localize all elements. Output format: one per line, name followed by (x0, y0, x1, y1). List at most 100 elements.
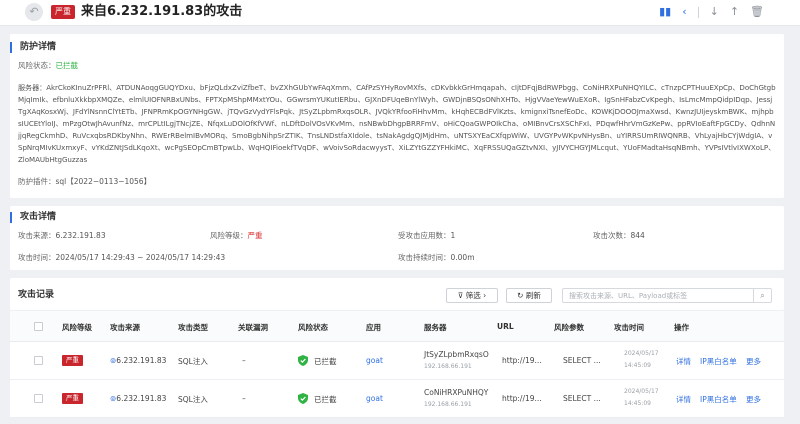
attack-count-label: 攻击次数： (593, 231, 631, 240)
search-icon[interactable]: ⌕ (753, 289, 771, 302)
col-param[interactable]: 风险参数 (554, 322, 584, 333)
table-row[interactable]: 严重 ⊚6.232.191.83 SQL注入 – 已拦截 goat JtSyZL… (10, 342, 784, 380)
ip-whitelist-link[interactable]: IP黑白名单 (700, 356, 737, 367)
more-link[interactable]: 更多 (746, 394, 761, 405)
risk-param: SELECT ... (563, 356, 601, 365)
back-button[interactable]: ↶ (25, 3, 43, 21)
app-link[interactable]: goat (366, 394, 383, 403)
risk-param: SELECT ... (563, 394, 601, 403)
attacked-apps-value: 1 (450, 231, 456, 240)
ip-whitelist-link[interactable]: IP黑白名单 (700, 394, 737, 405)
refresh-icon: ↻ (517, 291, 524, 300)
bar-chart-icon[interactable]: ▮▮ (659, 5, 671, 19)
risk-level-label: 风险等级： (210, 231, 248, 240)
col-actions: 操作 (674, 323, 689, 332)
server-name: CoNiHRXPuNHQY (424, 388, 489, 397)
col-time[interactable]: 攻击时间 (614, 322, 644, 333)
attack-time-value: 2024/05/17 14:29:43 ~ 2024/05/17 14:29:4… (55, 253, 226, 262)
attack-records-card: 攻击记录 ⊽ 筛选 › ↻ 刷新 ⌕ (10, 278, 784, 310)
col-app[interactable]: 应用 (366, 322, 381, 333)
col-source[interactable]: 攻击来源 (110, 322, 140, 333)
attack-source-field: 攻击来源：6.232.191.83 (18, 230, 106, 241)
col-type[interactable]: 攻击类型 (178, 322, 208, 333)
attack-type: SQL注入 (178, 357, 208, 366)
filter-label: 筛选 (465, 291, 481, 300)
plugin-label: 防护插件： (18, 177, 56, 186)
plugin-field: 防护插件：sql【2022−0113−1056】 (18, 176, 151, 187)
row-checkbox[interactable] (34, 356, 43, 365)
trash-icon[interactable]: 🗑 (750, 5, 764, 19)
chevron-left-icon[interactable]: ‹ (682, 5, 686, 19)
risk-status-field: 风险状态：已拦截 (18, 60, 78, 71)
select-all-checkbox[interactable] (34, 322, 43, 331)
plugin-value: sql【2022−0113−1056】 (55, 177, 152, 186)
attack-type: SQL注入 (178, 395, 208, 404)
col-risk-level[interactable]: 风险等级 (62, 322, 92, 333)
page-title: 来自6.232.191.83的攻击 (81, 4, 243, 19)
attack-duration-label: 攻击持续时间： (398, 253, 451, 262)
page-header: ↶ 严重 来自6.232.191.83的攻击 ▮▮ ‹ ↓ ↑ 🗑 (0, 0, 800, 26)
source-ip: 6.232.191.83 (116, 394, 167, 403)
risk-status: 已拦截 (314, 395, 337, 404)
back-arrow-icon: ↶ (29, 5, 39, 18)
risk-level-badge: 严重 (62, 355, 83, 366)
server-ip: 192.168.66.191 (424, 401, 472, 408)
chevron-right-icon: › (483, 291, 487, 300)
app-link[interactable]: goat (366, 356, 383, 365)
attack-source[interactable]: ⊚6.232.191.83 (110, 394, 166, 403)
col-vuln[interactable]: 关联漏洞 (238, 322, 268, 333)
attack-clock: 14:45:09 (624, 400, 651, 407)
records-section-title: 攻击记录 (18, 290, 55, 300)
defense-detail-card: 防护详情 风险状态：已拦截 服务器：AkrCkoKInuZrPFRl、ATDUN… (10, 34, 784, 198)
arrow-up-icon[interactable]: ↑ (730, 5, 739, 19)
table-row[interactable]: 严重 ⊚6.232.191.83 SQL注入 – 已拦截 goat CoNiHR… (10, 380, 784, 418)
risk-status-label: 风险状态： (18, 61, 56, 70)
more-link[interactable]: 更多 (746, 356, 761, 367)
col-server[interactable]: 服务器 (424, 322, 447, 333)
col-url[interactable]: URL (497, 322, 514, 331)
related-vuln: – (242, 394, 246, 403)
attack-section-title: 攻击详情 (10, 212, 56, 223)
refresh-button[interactable]: ↻ 刷新 (506, 288, 552, 303)
attacked-apps-field: 受攻击应用数：1 (398, 230, 455, 241)
risk-level-value: 严重 (247, 231, 263, 240)
detail-link[interactable]: 详情 (676, 394, 691, 405)
toolbar-divider (697, 6, 699, 18)
attack-count-value: 844 (630, 231, 645, 240)
shield-check-icon (298, 355, 308, 366)
refresh-label: 刷新 (525, 291, 541, 300)
request-url[interactable]: http://19... (502, 394, 542, 403)
risk-level-field: 风险等级：严重 (210, 230, 263, 241)
risk-status: 已拦截 (314, 357, 337, 366)
attack-date: 2024/05/17 (624, 350, 659, 357)
shield-check-icon (298, 393, 308, 404)
arrow-down-icon[interactable]: ↓ (710, 5, 719, 19)
attack-source[interactable]: ⊚6.232.191.83 (110, 356, 166, 365)
attack-time-field: 攻击时间：2024/05/17 14:29:43 ~ 2024/05/17 14… (18, 252, 225, 263)
servers-label: 服务器： (18, 83, 47, 92)
detail-link[interactable]: 详情 (676, 356, 691, 367)
risk-level-badge: 严重 (62, 393, 83, 404)
server-list: 服务器：AkrCkoKInuZrPFRl、ATDUNAoqgGUQYDxu、bF… (18, 82, 776, 166)
source-ip: 6.232.191.83 (116, 356, 167, 365)
risk-status-value: 已拦截 (55, 61, 79, 70)
col-status[interactable]: 风险状态 (298, 322, 328, 333)
severity-tag: 严重 (51, 5, 75, 19)
attacked-apps-label: 受攻击应用数： (398, 231, 451, 240)
request-url[interactable]: http://19... (502, 356, 542, 365)
attack-source-label: 攻击来源： (18, 231, 56, 240)
records-table-header: 风险等级 攻击来源 攻击类型 关联漏洞 风险状态 应用 服务器 URL 风险参数… (10, 310, 784, 342)
attack-detail-card: 攻击详情 攻击来源：6.232.191.83 风险等级：严重 受攻击应用数：1 … (10, 206, 784, 270)
related-vuln: – (242, 356, 246, 365)
attack-time-label: 攻击时间： (18, 253, 56, 262)
attack-clock: 14:45:09 (624, 362, 651, 369)
filter-button[interactable]: ⊽ 筛选 › (446, 288, 498, 303)
search-input[interactable] (569, 291, 749, 301)
attack-duration-field: 攻击持续时间：0.00m (398, 252, 475, 263)
attack-date: 2024/05/17 (624, 388, 659, 395)
attack-count-field: 攻击次数：844 (593, 230, 645, 241)
filter-icon: ⊽ (457, 291, 464, 300)
row-checkbox[interactable] (34, 394, 43, 403)
servers-value: AkrCkoKInuZrPFRl、ATDUNAoqgGUQYDxu、bFjzQL… (18, 83, 776, 164)
toolbar: ▮▮ ‹ ↓ ↑ 🗑 (659, 5, 764, 19)
